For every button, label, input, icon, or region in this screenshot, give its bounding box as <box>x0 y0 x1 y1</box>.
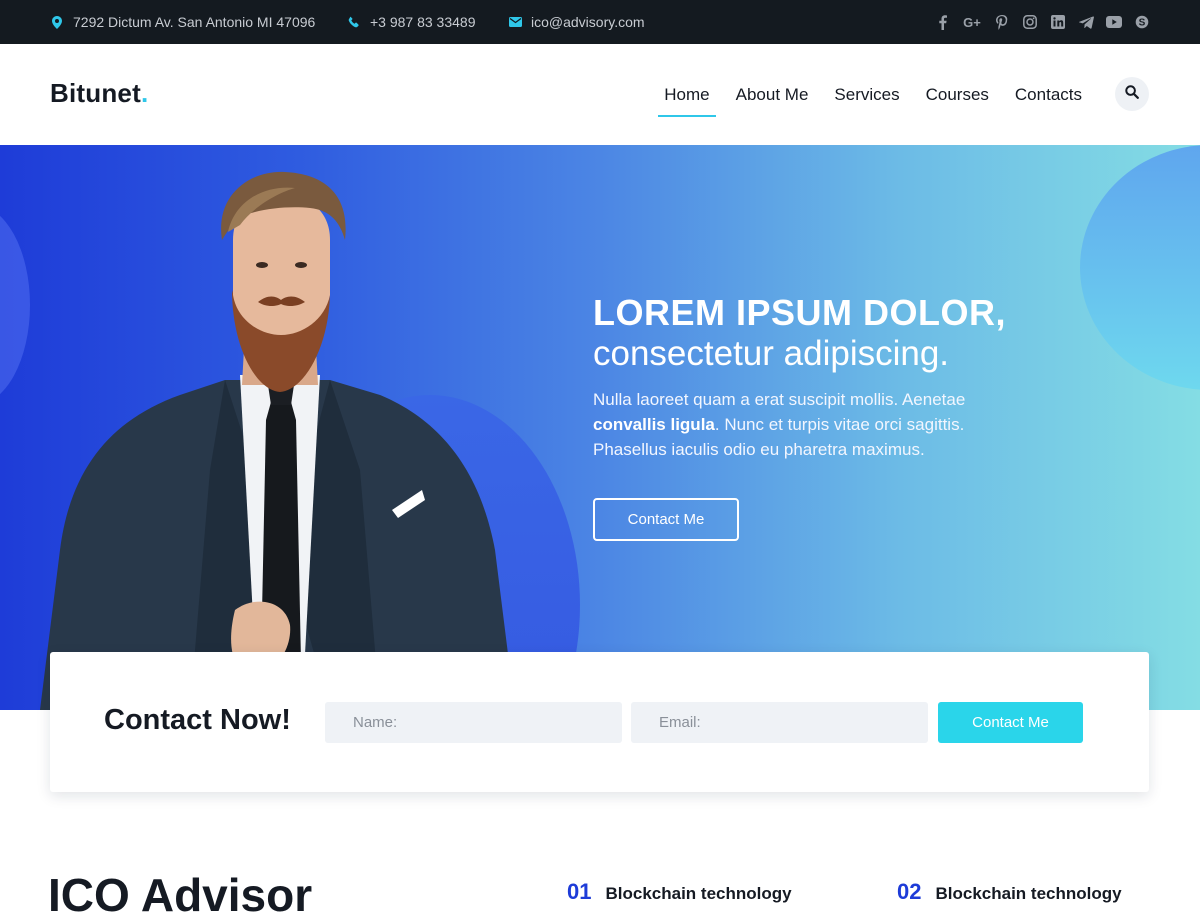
email-info[interactable]: ico@advisory.com <box>508 0 645 44</box>
feature-item: 01 Blockchain technology <box>567 879 792 905</box>
email-text: ico@advisory.com <box>531 14 645 30</box>
site-logo[interactable]: Bitunet. <box>50 78 148 109</box>
feature-item: 02 Blockchain technology <box>897 879 1122 905</box>
feature-number: 02 <box>897 879 922 904</box>
feature-label: Blockchain technology <box>605 884 792 903</box>
envelope-icon <box>508 15 522 29</box>
logo-dot: . <box>140 78 149 108</box>
youtube-icon[interactable] <box>1106 14 1122 30</box>
phone-text: +3 987 83 33489 <box>370 14 476 30</box>
search-icon <box>1125 84 1139 104</box>
contact-title: Contact Now! <box>104 704 291 736</box>
hero-banner: LOREM IPSUM DOLOR, consectetur adipiscin… <box>0 145 1200 710</box>
nav-item-contacts[interactable]: Contacts <box>1002 85 1095 105</box>
nav-item-home[interactable]: Home <box>651 85 722 117</box>
section-title: ICO Advisor <box>48 869 313 921</box>
hero-person-image <box>40 171 515 710</box>
site-header: Bitunet. Home About Me Services Courses … <box>0 44 1200 145</box>
hero-description-bold: convallis ligula <box>593 415 715 434</box>
skype-icon[interactable]: S <box>1134 14 1150 30</box>
hero-description-start: Nulla laoreet quam a erat suscipit molli… <box>593 390 966 409</box>
instagram-icon[interactable] <box>1022 14 1038 30</box>
nav-item-services[interactable]: Services <box>821 85 912 105</box>
main-nav: Home About Me Services Courses Contacts <box>651 44 1095 145</box>
social-links: G+ S <box>934 0 1150 44</box>
address-info: 7292 Dictum Av. San Antonio MI 47096 <box>50 0 315 44</box>
hero-description: Nulla laoreet quam a erat suscipit molli… <box>593 387 1033 462</box>
decorative-circle-left <box>0 205 30 405</box>
hero-contact-button[interactable]: Contact Me <box>593 498 739 541</box>
hero-title: LOREM IPSUM DOLOR, <box>593 292 1006 333</box>
email-input[interactable] <box>631 702 928 743</box>
top-bar: 7292 Dictum Av. San Antonio MI 47096 +3 … <box>0 0 1200 44</box>
google-plus-icon[interactable]: G+ <box>962 14 982 30</box>
search-button[interactable] <box>1115 77 1149 111</box>
telegram-icon[interactable] <box>1078 14 1094 30</box>
contact-submit-button[interactable]: Contact Me <box>938 702 1083 743</box>
svg-text:S: S <box>1139 18 1146 29</box>
hero-content: LOREM IPSUM DOLOR, consectetur adipiscin… <box>593 293 1063 462</box>
pinterest-icon[interactable] <box>994 14 1010 30</box>
feature-number: 01 <box>567 879 592 904</box>
logo-text: Bitunet <box>50 78 141 108</box>
facebook-icon[interactable] <box>934 14 950 30</box>
nav-item-courses[interactable]: Courses <box>913 85 1002 105</box>
map-pin-icon <box>50 15 64 29</box>
address-text: 7292 Dictum Av. San Antonio MI 47096 <box>73 14 316 30</box>
linkedin-icon[interactable] <box>1050 14 1066 30</box>
phone-info[interactable]: +3 987 83 33489 <box>347 0 476 44</box>
phone-icon <box>347 15 361 29</box>
hero-subtitle: consectetur adipiscing. <box>593 334 950 373</box>
name-input[interactable] <box>325 702 622 743</box>
contact-form-card: Contact Now! Contact Me <box>50 652 1149 792</box>
feature-label: Blockchain technology <box>935 884 1122 903</box>
decorative-circle-right <box>1080 145 1200 390</box>
nav-item-about-me[interactable]: About Me <box>723 85 822 105</box>
